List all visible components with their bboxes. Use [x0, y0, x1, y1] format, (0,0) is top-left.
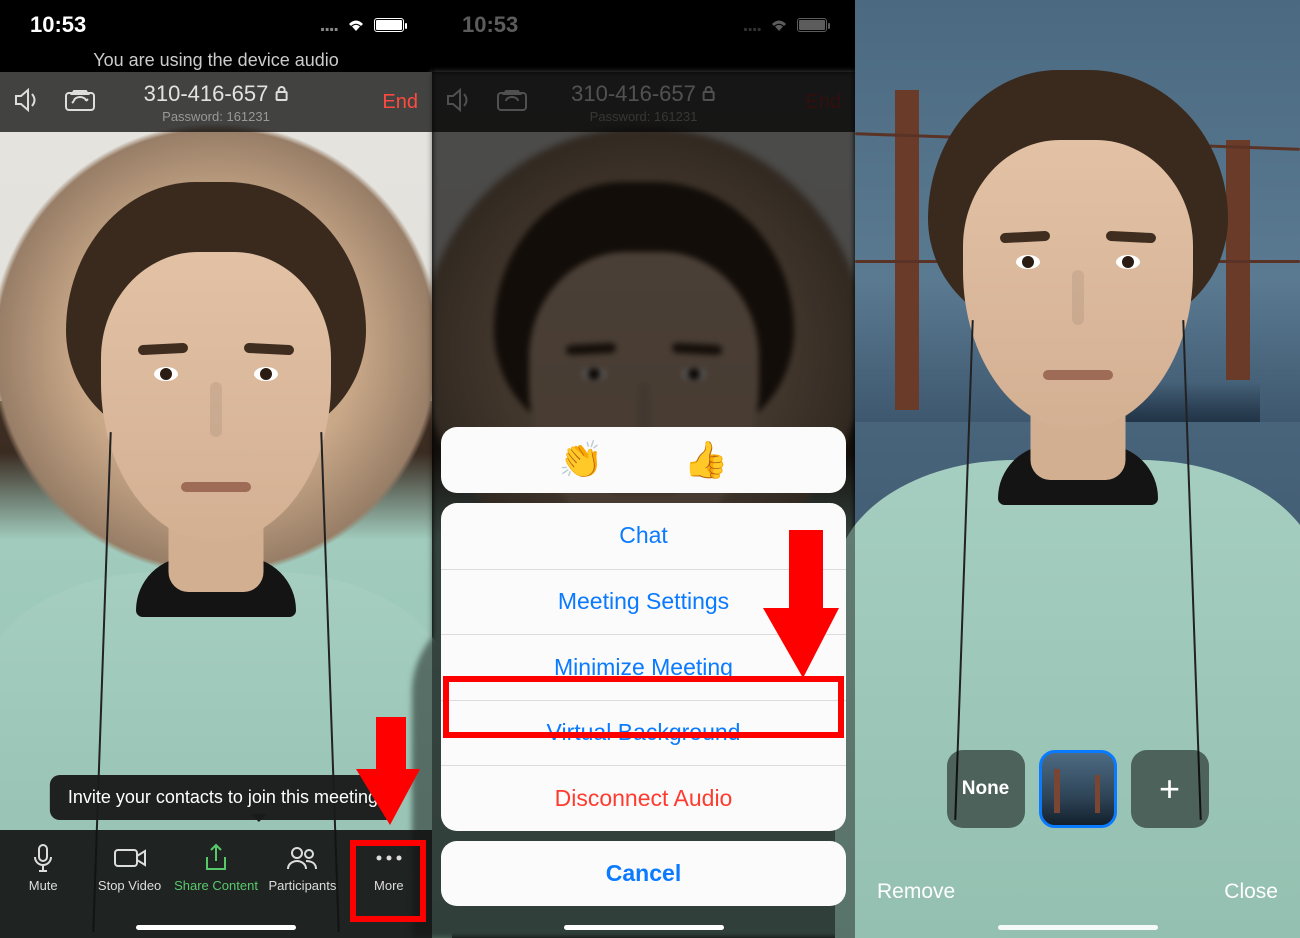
microphone-icon [32, 842, 54, 874]
cancel-option[interactable]: Cancel [441, 841, 846, 907]
screen-virtual-background: None + Remove Close [855, 0, 1300, 938]
share-icon [203, 842, 229, 874]
battery-icon [374, 18, 404, 32]
switch-camera-icon[interactable] [64, 88, 96, 117]
screen-more-menu: 10:53 .... 310-416-657 Password: 161231 … [432, 0, 855, 938]
screen-meeting: 10:53 .... You are using the device audi… [0, 0, 432, 938]
clap-reaction[interactable]: 👏 [559, 439, 604, 481]
bg-add-chip[interactable]: + [1131, 750, 1209, 828]
mute-button[interactable]: Mute [0, 842, 86, 914]
plus-icon: + [1159, 768, 1180, 810]
wifi-icon [346, 18, 366, 32]
home-indicator[interactable] [136, 925, 296, 930]
remove-button[interactable]: Remove [877, 880, 955, 904]
thumbs-up-reaction[interactable]: 👍 [684, 439, 729, 481]
disconnect-audio-option[interactable]: Disconnect Audio [441, 765, 846, 831]
arrow-icon [348, 717, 428, 832]
reactions-row: 👏 👍 [441, 427, 846, 493]
status-bar: 10:53 .... [0, 0, 432, 50]
end-button[interactable]: End [382, 91, 418, 114]
meeting-password: Password: 161231 [144, 109, 289, 124]
status-time: 10:53 [30, 12, 86, 38]
close-button[interactable]: Close [1224, 880, 1278, 904]
device-audio-banner: You are using the device audio [0, 50, 432, 71]
lock-icon [274, 81, 288, 107]
bg-bridge-chip[interactable] [1039, 750, 1117, 828]
cellular-icon: .... [320, 14, 338, 37]
invite-tooltip: Invite your contacts to join this meetin… [50, 775, 396, 820]
participants-button[interactable]: Participants [259, 842, 345, 914]
bg-none-chip[interactable]: None [947, 750, 1025, 828]
video-icon [113, 842, 147, 874]
stop-video-button[interactable]: Stop Video [86, 842, 172, 914]
share-content-button[interactable]: Share Content [173, 842, 259, 914]
participants-icon [286, 842, 318, 874]
highlight-virtual-background [443, 676, 844, 738]
meeting-id: 310-416-657 [144, 81, 269, 107]
meeting-header: 310-416-657 Password: 161231 End [0, 72, 432, 132]
background-picker: None + [947, 750, 1209, 828]
highlight-more-button [350, 840, 426, 922]
arrow-icon [757, 530, 847, 685]
home-indicator[interactable] [564, 925, 724, 930]
speaker-icon[interactable] [14, 88, 44, 117]
home-indicator[interactable] [998, 925, 1158, 930]
